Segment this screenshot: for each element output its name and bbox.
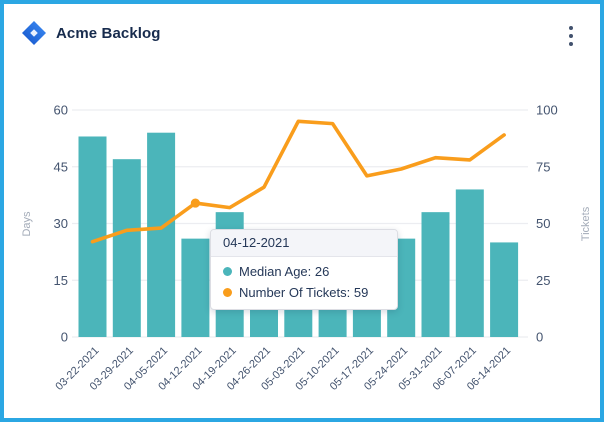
median-age-series-dot <box>223 267 232 276</box>
kebab-dot <box>569 42 573 46</box>
tooltip-median-age-text: Median Age: 26 <box>239 264 329 279</box>
right-axis-tick-label: 25 <box>536 273 550 288</box>
tooltip-tickets-text: Number Of Tickets: 59 <box>239 285 368 300</box>
bar-04-26-2021[interactable] <box>250 307 278 337</box>
chart-tooltip: 04-12-2021 Median Age: 26 Number Of Tick… <box>210 229 398 310</box>
right-axis-tick-label: 100 <box>536 103 558 118</box>
more-options-button[interactable] <box>564 23 578 49</box>
kebab-dot <box>569 26 573 30</box>
tooltip-body: Median Age: 26 Number Of Tickets: 59 <box>211 257 397 309</box>
left-axis-name: Days <box>21 211 33 237</box>
widget-header: Acme Backlog <box>21 20 161 46</box>
bar-05-10-2021[interactable] <box>319 307 347 337</box>
bar-04-12-2021[interactable] <box>181 239 209 337</box>
bar-04-05-2021[interactable] <box>147 133 175 337</box>
bar-05-03-2021[interactable] <box>284 307 312 337</box>
backlog-chart[interactable]: 0015253050457560100DaysTickets03-22-2021… <box>0 0 604 422</box>
right-axis-name: Tickets <box>580 206 592 241</box>
left-axis-tick-label: 15 <box>54 273 68 288</box>
tooltip-row-tickets: Number Of Tickets: 59 <box>223 285 385 300</box>
right-axis-tick-label: 0 <box>536 330 543 345</box>
left-axis-tick-label: 60 <box>54 103 68 118</box>
bar-06-14-2021[interactable] <box>490 242 518 337</box>
left-axis-tick-label: 45 <box>54 159 68 174</box>
acme-backlog-widget: Acme Backlog 0 0 15 25 30 50 45 75 60 100 Days Tick… <box>0 0 604 422</box>
tooltip-row-median-age: Median Age: 26 <box>223 264 385 279</box>
tickets-series-dot <box>223 288 232 297</box>
active-point-marker[interactable] <box>191 198 200 207</box>
right-axis-tick-label: 75 <box>536 159 550 174</box>
left-axis-tick-label: 30 <box>54 216 68 231</box>
left-axis-tick-label: 0 <box>61 330 68 345</box>
widget-title: Acme Backlog <box>56 25 161 42</box>
kebab-dot <box>569 34 573 38</box>
tooltip-date: 04-12-2021 <box>211 230 397 257</box>
bar-05-31-2021[interactable] <box>422 212 450 337</box>
acme-diamond-logo-icon <box>21 20 47 46</box>
right-axis-tick-label: 50 <box>536 216 550 231</box>
bar-06-07-2021[interactable] <box>456 189 484 337</box>
bar-03-29-2021[interactable] <box>113 159 141 337</box>
bar-05-17-2021[interactable] <box>353 307 381 337</box>
